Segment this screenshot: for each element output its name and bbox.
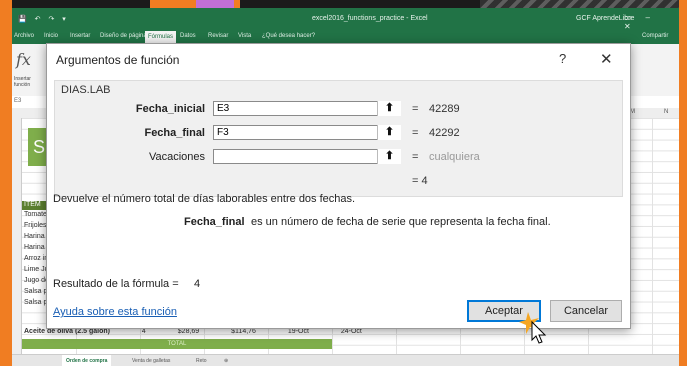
deco-orange-left <box>0 0 12 366</box>
param-name: Fecha_final <box>184 216 245 228</box>
help-link[interactable]: Ayuda sobre esta función <box>53 306 177 318</box>
row-date2: 24-Oct <box>340 328 362 335</box>
formula-result-value: 4 <box>194 278 201 290</box>
arg-result-fecha-final: 42292 <box>429 127 460 139</box>
sheet-tabs: Orden de compra Venta de galletas Reto ⊕ <box>12 354 679 366</box>
dialog-title: Argumentos de función <box>56 53 180 67</box>
document-title: excel2016_functions_practice - Excel <box>312 15 428 22</box>
close-icon[interactable]: ✕ <box>600 50 613 68</box>
tab-archivo[interactable]: Archivo <box>14 33 34 39</box>
fecha-final-input[interactable] <box>213 125 401 140</box>
ribbon-tabs: Archivo Inicio Insertar Diseño de página… <box>12 30 679 44</box>
function-name: DIAS.LAB <box>61 84 111 96</box>
row-price: $28,69 <box>177 328 200 335</box>
arg-label-vacaciones: Vacaciones <box>148 151 205 163</box>
arg-result-vacaciones: cualquiera <box>429 151 480 163</box>
param-description: es un número de fecha de serie que repre… <box>251 216 551 228</box>
list-item[interactable]: Tomate <box>24 211 47 218</box>
list-item[interactable]: Arroz in <box>24 255 48 262</box>
sheet-tab-reto[interactable]: Reto <box>196 358 207 364</box>
collapse-dialog-icon[interactable]: ⬆ <box>377 101 401 116</box>
insert-function-icon[interactable]: fx <box>16 50 31 69</box>
tab-vista[interactable]: Vista <box>238 33 251 39</box>
sheet-tab-orden[interactable]: Orden de compra <box>62 355 112 366</box>
tell-me[interactable]: ¿Qué desea hacer? <box>262 33 315 39</box>
list-item[interactable]: Frijoles <box>24 222 47 229</box>
row-item: Aceite de oliva (2.5 galón) <box>24 328 110 335</box>
arg-label-fecha-inicial: Fecha_inicial <box>135 103 205 115</box>
title-bar: 💾 ↶ ↷ ▾ excel2016_functions_practice - E… <box>12 8 679 31</box>
table-row[interactable]: Aceite de oliva (2.5 galón) 4 $28,69 $11… <box>24 328 362 335</box>
row-qty: 4 <box>141 328 146 335</box>
list-item[interactable]: Lime Ju <box>24 266 49 273</box>
function-description: Devuelve el número total de días laborab… <box>53 193 356 205</box>
row-total: $114,76 <box>231 328 256 335</box>
equals-sign: = <box>412 103 419 115</box>
equals-sign: = <box>412 127 419 139</box>
help-icon[interactable]: ? <box>559 51 566 66</box>
tab-revisar[interactable]: Revisar <box>208 33 228 39</box>
arg-result-fecha-inicial: 42289 <box>429 103 460 115</box>
collapse-dialog-icon[interactable]: ⬆ <box>377 125 401 140</box>
deco-orange-right <box>679 0 687 366</box>
quick-access-toolbar[interactable]: 💾 ↶ ↷ ▾ <box>18 15 69 23</box>
name-box[interactable]: E3 <box>12 96 23 106</box>
list-item[interactable]: Harina <box>24 233 45 240</box>
formula-preview: = 4 <box>412 175 428 187</box>
list-item[interactable]: Harina <box>24 244 45 251</box>
tab-diseno[interactable]: Diseño de página <box>100 33 147 39</box>
tab-insertar[interactable]: Insertar <box>70 33 90 39</box>
row-headers <box>12 118 22 354</box>
row-date1: 19-Oct <box>287 328 309 335</box>
function-arguments-dialog: Argumentos de función ? ✕ DIAS.LAB Fecha… <box>46 43 631 329</box>
click-cursor-icon <box>519 312 547 344</box>
add-sheet-icon[interactable]: ⊕ <box>224 358 228 364</box>
tab-formulas[interactable]: Fórmulas <box>145 31 177 43</box>
sheet-tab-galletas[interactable]: Venta de galletas <box>132 358 170 364</box>
tab-datos[interactable]: Datos <box>180 33 196 39</box>
cancel-button[interactable]: Cancelar <box>550 300 622 322</box>
window-controls[interactable]: ▭–✕ <box>624 13 679 31</box>
insert-function-label[interactable]: Insertar función <box>14 76 42 88</box>
formula-result-label: Resultado de la fórmula = <box>53 278 179 290</box>
equals-sign: = <box>412 151 419 163</box>
fecha-inicial-input[interactable] <box>213 101 401 116</box>
arg-label-fecha-final: Fecha_final <box>144 127 205 139</box>
share-button[interactable]: Compartir <box>642 33 668 39</box>
arguments-group: DIAS.LAB Fecha_inicial ⬆ = 42289 Fecha_f… <box>54 80 623 197</box>
collapse-dialog-icon[interactable]: ⬆ <box>377 149 401 164</box>
vacaciones-input[interactable] <box>213 149 401 164</box>
col-header-n[interactable]: N <box>664 109 668 115</box>
total-row: TOTAL <box>22 339 332 349</box>
tab-inicio[interactable]: Inicio <box>44 33 58 39</box>
